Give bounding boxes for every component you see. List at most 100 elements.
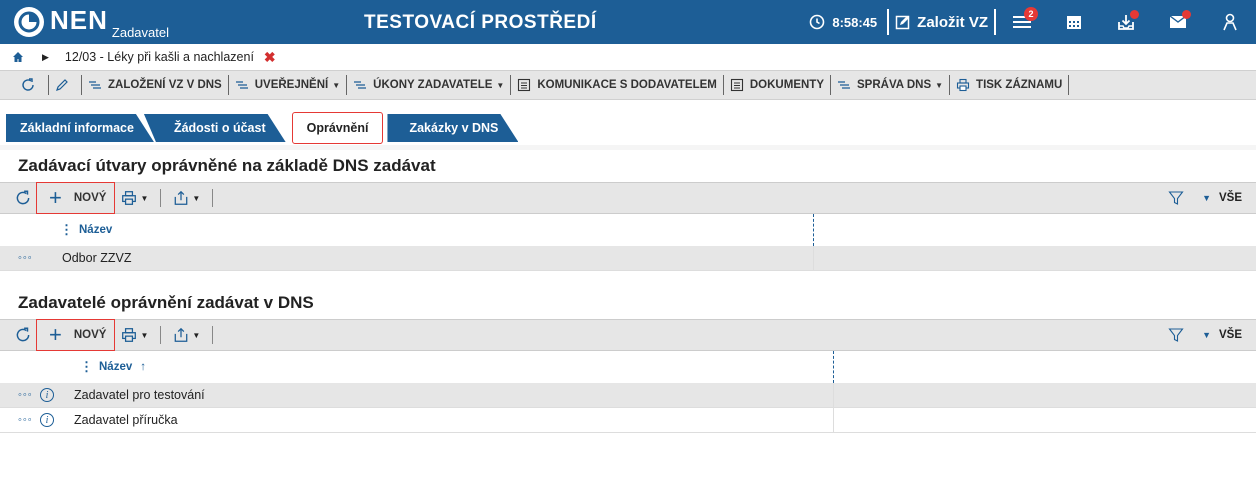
table-row[interactable]: ◦◦◦ i Zadavatel pro testování	[0, 383, 1256, 408]
tab-bar: Základní informace Žádosti o účast Opráv…	[0, 112, 1256, 145]
filter-icon[interactable]	[1168, 190, 1184, 206]
caret-down-icon[interactable]: ▼	[1202, 330, 1211, 340]
section2-grid-toolbar: + NOVÝ ▼ ▼ ▼ VŠE	[0, 319, 1256, 351]
logo-icon	[14, 7, 44, 37]
mail-button[interactable]	[1152, 0, 1204, 44]
toolbar-label: DOKUMENTY	[749, 79, 824, 91]
new-label: NOVÝ	[73, 329, 107, 341]
section2-new-button[interactable]: + NOVÝ	[36, 319, 116, 351]
more-options-icon[interactable]: ◦◦◦	[0, 414, 40, 426]
new-label: NOVÝ	[73, 192, 107, 204]
tab-zakladni-informace[interactable]: Základní informace	[6, 114, 154, 142]
section1-refresh-button[interactable]	[14, 189, 36, 207]
calendar-icon	[1067, 16, 1081, 29]
section1-export-dropdown[interactable]: ▼	[167, 190, 206, 206]
column-divider	[833, 383, 834, 407]
print-icon	[122, 191, 137, 205]
section2-column-header: ⋮ Název ↑	[0, 351, 1256, 383]
list-icon	[89, 81, 101, 89]
section2-print-dropdown[interactable]: ▼	[115, 327, 154, 343]
toolbar-ukony-zadavatele[interactable]: ÚKONY ZADAVATELE ▼	[347, 75, 512, 95]
tab-zakazky-v-dns[interactable]: Zakázky v DNS	[387, 114, 518, 142]
user-icon	[1223, 13, 1237, 31]
section1-title: Zadávací útvary oprávněné na základě DNS…	[18, 156, 436, 175]
environment-title: TESTOVACÍ PROSTŘEDÍ	[364, 12, 597, 33]
toolbar-label: ZALOŽENÍ VZ V DNS	[108, 79, 222, 91]
list-icon	[354, 81, 367, 89]
toolbar-label: SPRÁVA DNS	[857, 79, 932, 91]
row-name: Zadavatel příručka	[74, 413, 178, 427]
refresh-button[interactable]	[14, 75, 49, 95]
edit-button[interactable]	[49, 75, 82, 95]
divider	[212, 326, 214, 344]
refresh-icon	[16, 327, 30, 342]
info-icon[interactable]: i	[40, 388, 54, 402]
section2-all-label[interactable]: VŠE	[1219, 329, 1242, 341]
table-row[interactable]: ◦◦◦ i Zadavatel příručka	[0, 408, 1256, 433]
table-row[interactable]: ◦◦◦ Odbor ZZVZ	[0, 246, 1256, 271]
info-icon[interactable]: i	[40, 413, 54, 427]
user-button[interactable]	[1204, 0, 1256, 44]
section1-print-dropdown[interactable]: ▼	[115, 190, 154, 206]
main-toolbar: ZALOŽENÍ VZ V DNS UVEŘEJNĚNÍ ▼ ÚKONY ZAD…	[0, 70, 1256, 100]
create-vz-button[interactable]: Založit VZ	[887, 9, 996, 35]
home-icon[interactable]	[12, 51, 24, 63]
row-name: Zadavatel pro testování	[74, 388, 205, 402]
caret-down-icon[interactable]: ▼	[1202, 193, 1211, 203]
inbox-alert-dot	[1130, 10, 1139, 19]
toolbar-sprava-dns[interactable]: SPRÁVA DNS ▼	[831, 75, 951, 95]
section1-all-label[interactable]: VŠE	[1219, 192, 1242, 204]
sort-ascending-icon[interactable]: ↑	[140, 361, 146, 373]
calendar-button[interactable]	[1048, 0, 1100, 44]
filter-icon[interactable]	[1168, 327, 1184, 343]
list-icon	[235, 81, 248, 89]
column-menu-icon[interactable]: ⋮	[60, 222, 73, 238]
print-icon	[956, 78, 970, 92]
toolbar-label: TISK ZÁZNAMU	[976, 79, 1063, 91]
logo[interactable]: NEN Zadavatel	[0, 0, 250, 44]
plus-icon: +	[49, 322, 62, 347]
toolbar-zalozeni-vz-dns[interactable]: ZALOŽENÍ VZ V DNS	[82, 75, 229, 95]
top-bar: NEN Zadavatel TESTOVACÍ PROSTŘEDÍ 8:58:4…	[0, 0, 1256, 44]
section2-refresh-button[interactable]	[14, 326, 36, 344]
export-icon	[175, 190, 188, 205]
refresh-icon	[16, 190, 30, 205]
list-icon	[838, 81, 850, 89]
section2-export-dropdown[interactable]: ▼	[167, 327, 206, 343]
toolbar-dokumenty[interactable]: DOKUMENTY	[724, 75, 831, 95]
section1-grid-toolbar: + NOVÝ ▼ ▼ ▼ VŠE	[0, 182, 1256, 214]
divider	[160, 189, 162, 207]
breadcrumb-current[interactable]: 12/03 - Léky při kašli a nachlazení	[65, 50, 254, 64]
more-options-icon[interactable]: ◦◦◦	[0, 389, 40, 401]
toolbar-komunikace[interactable]: KOMUNIKACE S DODAVATELEM	[511, 75, 724, 95]
caret-down-icon: ▼	[192, 193, 201, 203]
caret-down-icon: ▼	[935, 80, 944, 90]
toolbar-label: ÚKONY ZADAVATELE	[373, 79, 493, 91]
pencil-icon	[56, 79, 68, 91]
column-name-label[interactable]: Název	[79, 224, 112, 236]
section1-column-header: ⋮ Název	[0, 214, 1256, 246]
create-vz-label: Založit VZ	[917, 13, 988, 31]
column-divider	[813, 246, 814, 270]
toolbar-label: KOMUNIKACE S DODAVATELEM	[537, 79, 717, 91]
column-menu-icon[interactable]: ⋮	[80, 359, 93, 375]
tab-zadosti-o-ucast[interactable]: Žádosti o účast	[144, 114, 286, 142]
logo-text: NEN	[50, 5, 108, 35]
session-clock: 8:58:45	[809, 14, 877, 30]
close-icon[interactable]: ✖	[264, 49, 276, 66]
caret-down-icon: ▼	[140, 193, 149, 203]
inbox-button[interactable]	[1100, 0, 1152, 44]
column-name-label[interactable]: Název	[99, 361, 132, 373]
divider	[212, 189, 214, 207]
document-icon	[518, 78, 531, 92]
document-icon	[730, 78, 743, 92]
mail-alert-dot	[1182, 10, 1191, 19]
toolbar-tisk-zaznamu[interactable]: TISK ZÁZNAMU	[950, 75, 1070, 95]
divider	[160, 326, 162, 344]
export-icon	[175, 327, 188, 342]
more-options-icon[interactable]: ◦◦◦	[0, 252, 40, 264]
tab-opravneni[interactable]: Oprávnění	[291, 112, 384, 144]
section1-new-button[interactable]: + NOVÝ	[36, 182, 116, 214]
toolbar-uverejneni[interactable]: UVEŘEJNĚNÍ ▼	[229, 75, 348, 95]
menu-button[interactable]: 2	[996, 0, 1048, 44]
